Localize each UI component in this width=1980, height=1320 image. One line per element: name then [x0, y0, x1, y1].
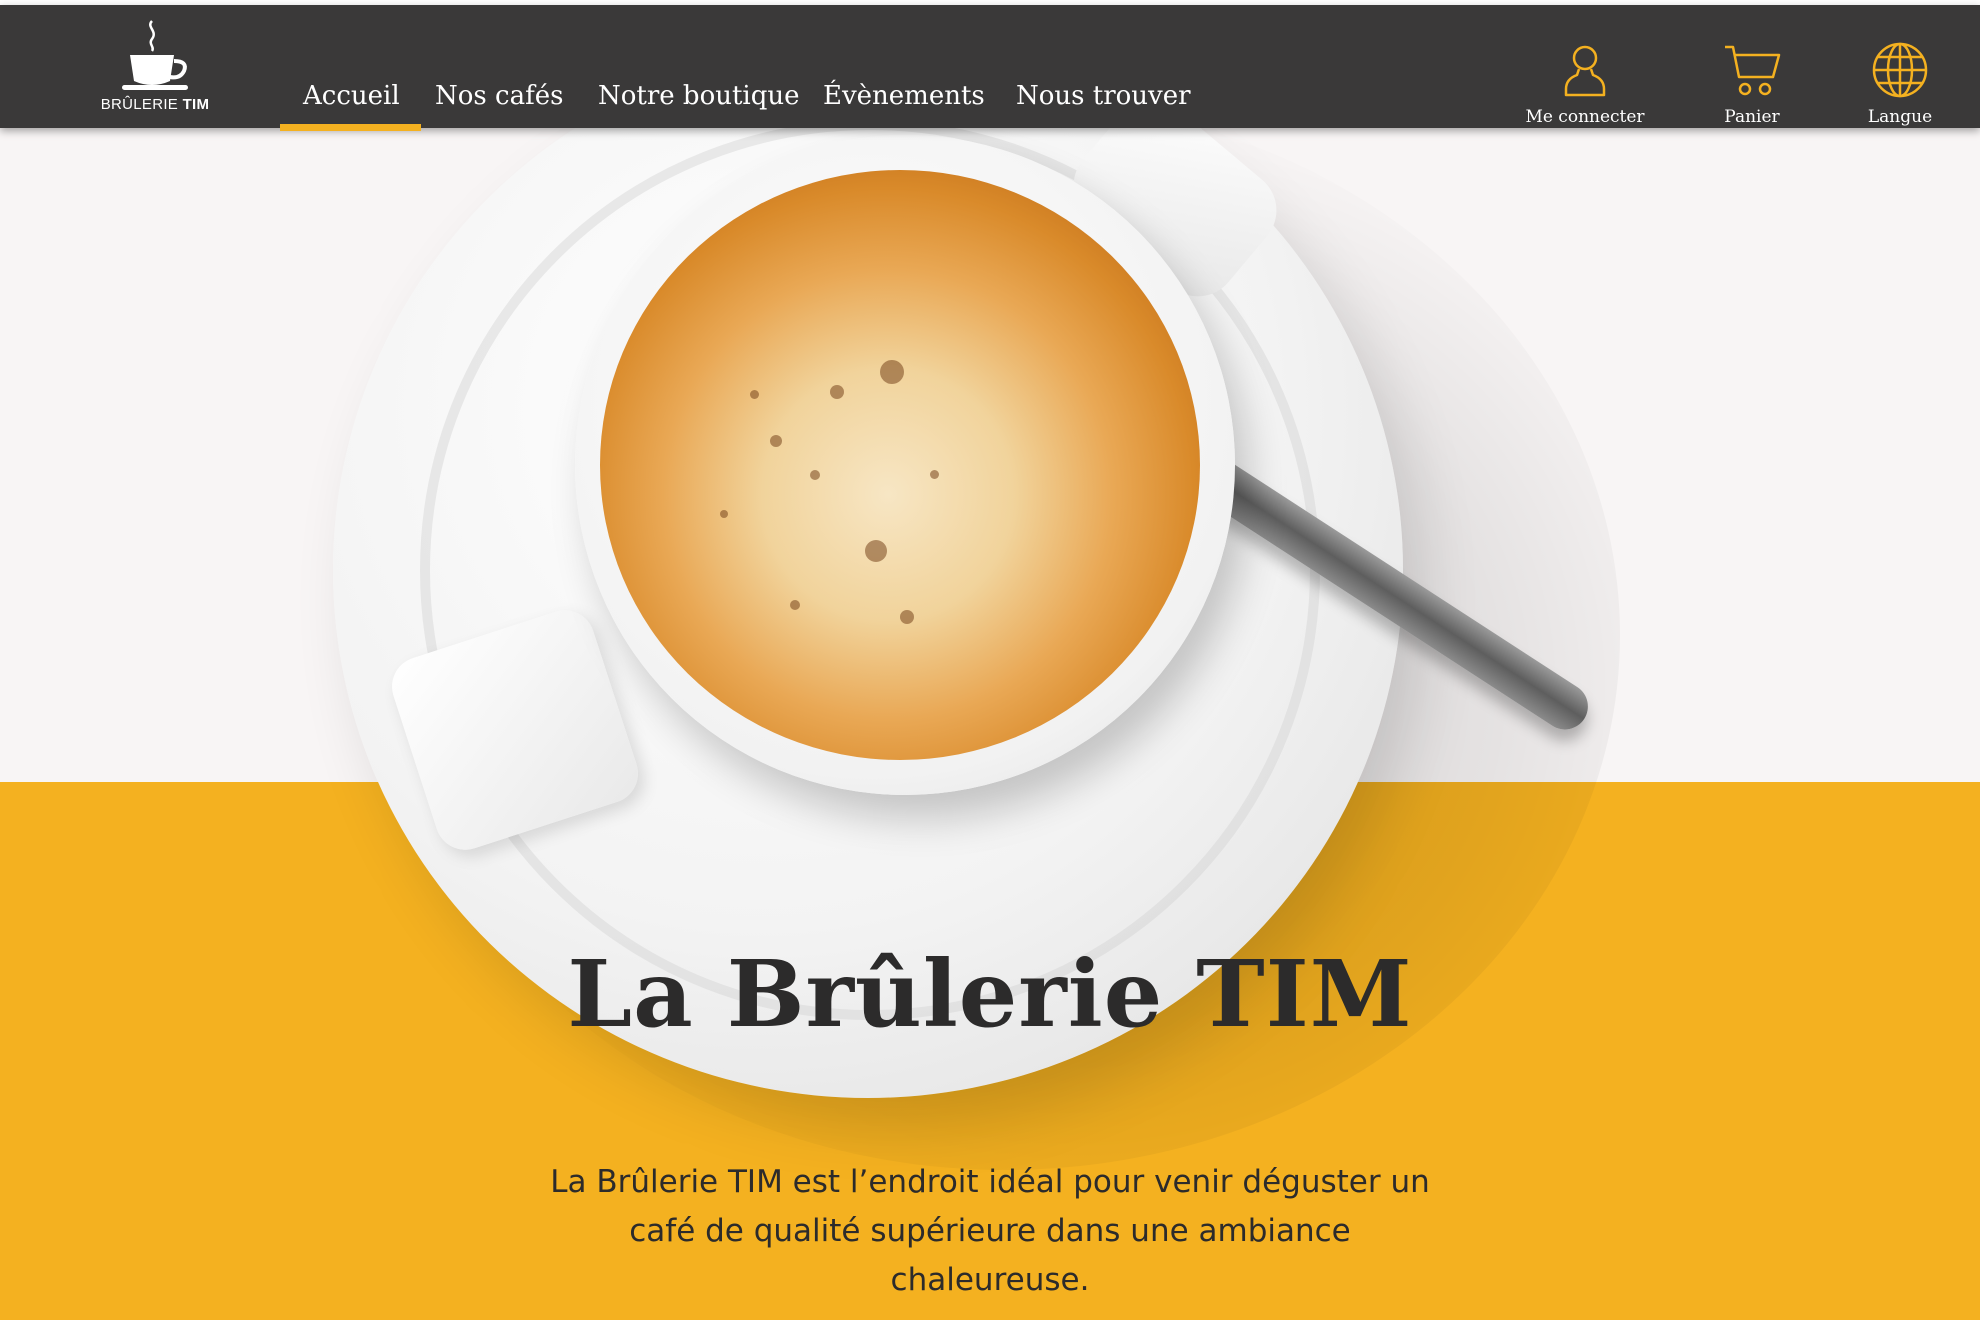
globe-icon [1872, 42, 1928, 98]
user-icon [1564, 45, 1606, 97]
cart-icon [1725, 45, 1781, 96]
brand-name-part1: BRÛLERIE [100, 96, 179, 113]
hero-light-background [0, 128, 1980, 782]
nav-item-nous-trouver[interactable]: Nous trouver [1016, 81, 1191, 111]
nav-item-nos-cafes[interactable]: Nos cafés [435, 81, 563, 111]
language-button[interactable]: Langue [1850, 41, 1950, 127]
navbar: BRÛLERIE TIM Accueil Nos cafés Notre bou… [0, 5, 1980, 131]
nav-item-notre-boutique[interactable]: Notre boutique [598, 81, 800, 111]
brand-name-part2: TIM [182, 96, 210, 113]
hero-title: La Brûlerie TIM [567, 940, 1413, 1048]
login-button[interactable]: Me connecter [1520, 41, 1650, 127]
coffee-cup-icon [122, 20, 188, 90]
login-label: Me connecter [1525, 107, 1645, 127]
nav-item-accueil[interactable]: Accueil [303, 81, 400, 111]
brand-name: BRÛLERIE TIM [100, 96, 210, 113]
hero-description: La Brûlerie TIM est l’endroit idéal pour… [550, 1164, 1430, 1298]
language-label: Langue [1867, 107, 1933, 127]
cart-button[interactable]: Panier [1697, 41, 1807, 127]
nav-item-evenements[interactable]: Évènements [823, 81, 985, 111]
cart-label: Panier [1724, 107, 1780, 127]
nav-active-indicator [280, 124, 421, 131]
